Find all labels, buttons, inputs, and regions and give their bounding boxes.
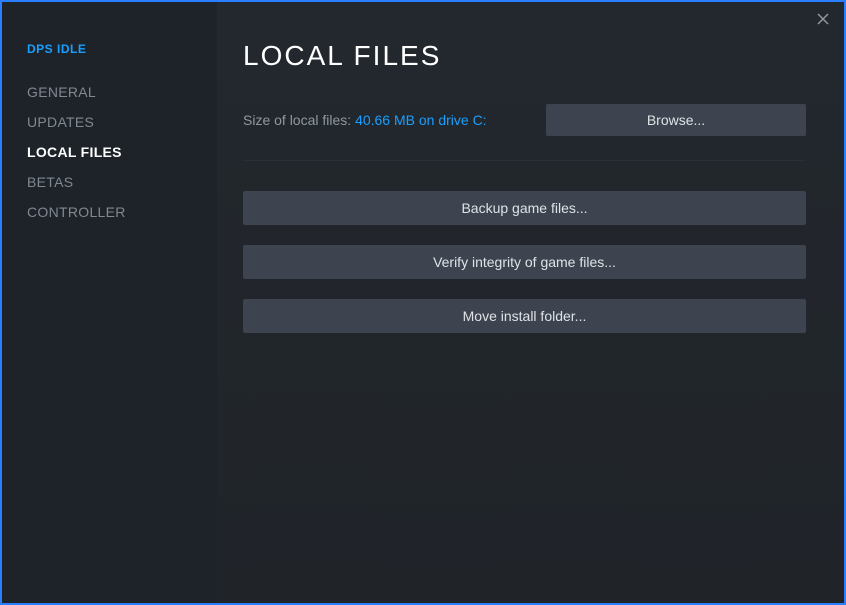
- size-text: Size of local files: 40.66 MB on drive C…: [243, 112, 487, 128]
- sidebar-item-general[interactable]: GENERAL: [27, 84, 217, 100]
- size-value: 40.66 MB on drive C:: [355, 112, 487, 128]
- sidebar-item-local-files[interactable]: LOCAL FILES: [27, 144, 217, 160]
- window-container: DPS IDLE GENERAL UPDATES LOCAL FILES BET…: [2, 2, 844, 603]
- verify-button[interactable]: Verify integrity of game files...: [243, 245, 806, 279]
- backup-button[interactable]: Backup game files...: [243, 191, 806, 225]
- close-button[interactable]: [814, 12, 832, 30]
- sidebar: DPS IDLE GENERAL UPDATES LOCAL FILES BET…: [2, 2, 217, 603]
- size-label: Size of local files:: [243, 112, 355, 128]
- sidebar-item-label: BETAS: [27, 174, 73, 190]
- sidebar-item-label: UPDATES: [27, 114, 94, 130]
- sidebar-title: DPS IDLE: [27, 42, 217, 56]
- browse-button[interactable]: Browse...: [546, 104, 806, 136]
- sidebar-item-label: GENERAL: [27, 84, 96, 100]
- close-icon: [817, 12, 829, 30]
- actions: Backup game files... Verify integrity of…: [243, 185, 806, 333]
- sidebar-item-label: LOCAL FILES: [27, 144, 122, 160]
- main-panel: LOCAL FILES Size of local files: 40.66 M…: [217, 2, 844, 603]
- sidebar-item-betas[interactable]: BETAS: [27, 174, 217, 190]
- size-row: Size of local files: 40.66 MB on drive C…: [243, 104, 806, 161]
- move-button[interactable]: Move install folder...: [243, 299, 806, 333]
- sidebar-item-label: CONTROLLER: [27, 204, 126, 220]
- sidebar-item-updates[interactable]: UPDATES: [27, 114, 217, 130]
- page-title: LOCAL FILES: [243, 40, 806, 72]
- sidebar-item-controller[interactable]: CONTROLLER: [27, 204, 217, 220]
